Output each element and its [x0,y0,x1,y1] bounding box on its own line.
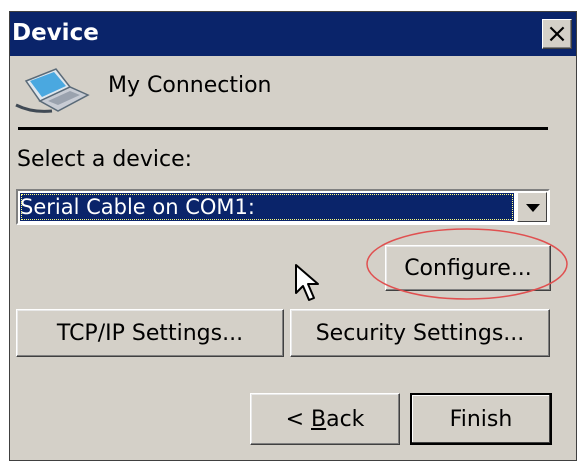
device-dropdown[interactable]: Serial Cable on COM1: [16,189,550,225]
security-settings-button[interactable]: Security Settings... [290,309,550,357]
finish-button[interactable]: Finish [410,393,552,445]
back-mnemonic: B [311,406,327,432]
annotation-ellipse [366,228,568,300]
title-bar[interactable]: Device × [10,12,576,56]
mouse-cursor-icon [295,264,319,301]
dropdown-arrow-icon[interactable] [517,192,547,222]
tcpip-settings-button[interactable]: TCP/IP Settings... [16,309,284,357]
connection-name: My Connection [108,73,272,98]
computer-network-icon [15,68,90,113]
close-button[interactable]: × [542,19,572,49]
back-button[interactable]: < Back [250,393,400,445]
divider [18,127,548,130]
close-icon: × [546,19,568,49]
selected-device[interactable]: Serial Cable on COM1: [20,193,514,221]
dialog-title: Device [12,20,99,46]
select-device-label: Select a device: [17,147,193,172]
back-rest: ack [326,406,365,432]
back-prefix: < [285,406,311,432]
